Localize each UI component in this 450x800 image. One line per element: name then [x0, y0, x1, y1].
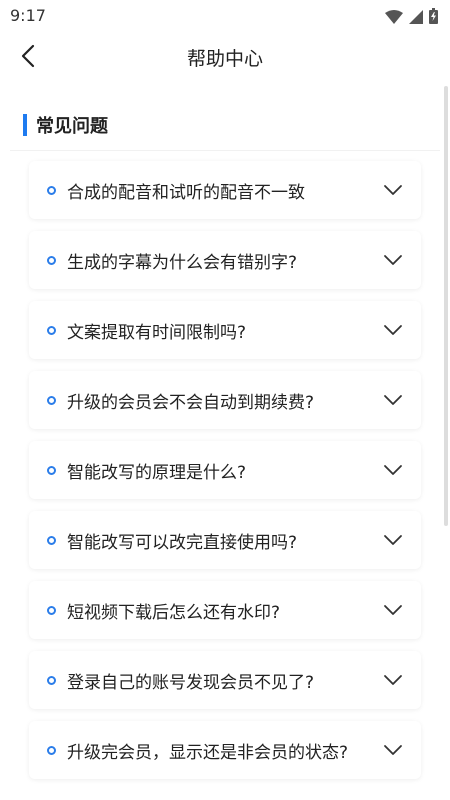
chevron-down-icon	[384, 535, 402, 545]
section-divider	[10, 150, 440, 151]
section-accent-bar	[23, 114, 27, 136]
bullet-icon	[47, 395, 56, 405]
bullet-icon	[47, 325, 56, 335]
battery-icon	[429, 8, 438, 28]
section-header: 常见问题	[23, 112, 108, 138]
faq-question: 合成的配音和试听的配音不一致	[67, 182, 305, 203]
faq-scroll-area[interactable]: 常见问题 合成的配音和试听的配音不一致 生成的字幕为什么会有错别字? 文案提取有…	[0, 84, 450, 800]
faq-item[interactable]: 合成的配音和试听的配音不一致	[29, 161, 421, 219]
faq-question: 文案提取有时间限制吗?	[67, 322, 247, 343]
faq-item[interactable]: 文案提取有时间限制吗?	[29, 301, 421, 359]
chevron-down-icon	[384, 255, 402, 265]
status-time: 9:17	[10, 6, 46, 25]
faq-item[interactable]: 登录自己的账号发现会员不见了?	[29, 651, 421, 709]
faq-item[interactable]: 升级完会员，显示还是非会员的状态?	[29, 721, 421, 779]
chevron-down-icon	[384, 605, 402, 615]
signal-icon	[409, 9, 423, 28]
faq-item[interactable]: 升级的会员会不会自动到期续费?	[29, 371, 421, 429]
chevron-down-icon	[384, 185, 402, 195]
bullet-icon	[47, 675, 56, 685]
bullet-icon	[47, 185, 56, 195]
status-bar: 9:17	[0, 0, 450, 32]
bullet-icon	[47, 255, 56, 265]
faq-item[interactable]: 智能改写的原理是什么?	[29, 441, 421, 499]
chevron-down-icon	[384, 675, 402, 685]
faq-question: 升级完会员，显示还是非会员的状态?	[67, 742, 349, 763]
chevron-down-icon	[384, 745, 402, 755]
chevron-down-icon	[384, 465, 402, 475]
faq-item[interactable]: 生成的字幕为什么会有错别字?	[29, 231, 421, 289]
bullet-icon	[47, 535, 56, 545]
faq-item[interactable]: 智能改写可以改完直接使用吗?	[29, 511, 421, 569]
wifi-icon	[385, 9, 403, 28]
bullet-icon	[47, 745, 56, 755]
faq-question: 智能改写可以改完直接使用吗?	[67, 532, 298, 553]
bullet-icon	[47, 465, 56, 475]
section-title: 常见问题	[36, 116, 108, 137]
bullet-icon	[47, 605, 56, 615]
status-icons	[385, 8, 438, 28]
faq-question: 智能改写的原理是什么?	[67, 462, 247, 483]
faq-question: 升级的会员会不会自动到期续费?	[67, 392, 315, 413]
chevron-down-icon	[384, 325, 402, 335]
app-header: 帮助中心	[0, 32, 450, 84]
faq-question: 短视频下载后怎么还有水印?	[67, 602, 281, 623]
scrollbar[interactable]	[444, 86, 448, 526]
faq-item[interactable]: 短视频下载后怎么还有水印?	[29, 581, 421, 639]
faq-question: 登录自己的账号发现会员不见了?	[67, 672, 315, 693]
faq-question: 生成的字幕为什么会有错别字?	[67, 252, 298, 273]
faq-list: 合成的配音和试听的配音不一致 生成的字幕为什么会有错别字? 文案提取有时间限制吗…	[29, 161, 421, 779]
page-title: 帮助中心	[186, 48, 263, 70]
chevron-down-icon	[384, 395, 402, 405]
